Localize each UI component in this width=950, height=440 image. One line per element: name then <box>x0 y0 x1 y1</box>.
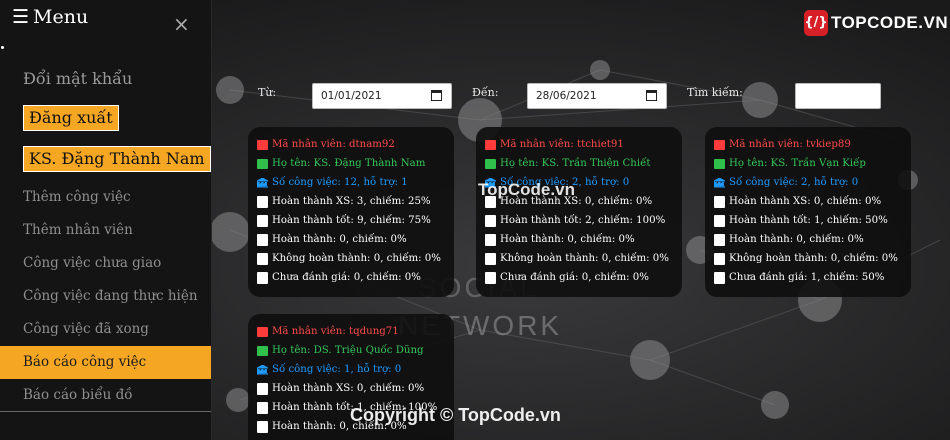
calendar-icon <box>485 233 496 246</box>
from-date-value: 01/01/2021 <box>321 90 382 102</box>
nav-unassigned-tasks[interactable]: Công việc chưa giao <box>0 247 211 280</box>
calendar-icon <box>714 214 725 227</box>
calendar-icon <box>257 271 268 284</box>
logout-button[interactable]: Đăng xuất <box>23 105 119 131</box>
calendar-icon <box>257 401 268 414</box>
calendar-icon <box>257 382 268 395</box>
calendar-icon[interactable] <box>646 90 657 101</box>
stat-excellent: Hoàn thành XS: 3, chiếm: 25% <box>272 196 431 207</box>
building-icon <box>257 326 268 337</box>
calendar-icon <box>714 233 725 246</box>
nav-in-progress-tasks[interactable]: Công việc đang thực hiện <box>0 280 211 313</box>
from-date-input[interactable]: 01/01/2021 <box>312 83 452 109</box>
change-password-link[interactable]: Đổi mật khẩu <box>23 68 132 90</box>
nav-add-employee[interactable]: Thêm nhân viên <box>0 214 211 247</box>
stat-unrated: Chưa đánh giá: 1, chiếm: 50% <box>729 272 885 283</box>
calendar-icon <box>257 233 268 246</box>
stat-not-done: Không hoàn thành: 0, chiếm: 0% <box>500 253 669 264</box>
id-card-icon <box>257 345 268 356</box>
code-icon: {/} <box>804 10 828 36</box>
bank-icon <box>714 177 725 188</box>
search-input[interactable] <box>795 83 881 109</box>
watermark-copyright: Copyright © TopCode.vn <box>350 405 561 425</box>
employee-card: Mã nhân viên: tvkiep89 Họ tên: KS. Trần … <box>705 127 911 297</box>
id-card-icon <box>485 158 496 169</box>
employee-card: Mã nhân viên: dtnam92 Họ tên: KS. Đặng T… <box>248 127 454 297</box>
building-icon <box>257 139 268 150</box>
to-date-value: 28/06/2021 <box>536 90 597 102</box>
user-profile-button[interactable]: KS. Đặng Thành Nam <box>23 146 211 172</box>
calendar-icon <box>257 252 268 265</box>
employee-name: Họ tên: KS. Trần Thiện Chiết <box>500 158 651 169</box>
search-label: Tìm kiếm: <box>687 86 743 99</box>
nav-add-task[interactable]: Thêm công việc <box>0 181 211 214</box>
stat-good: Hoàn thành tốt: 1, chiếm: 50% <box>729 215 888 226</box>
bank-icon <box>257 364 268 375</box>
calendar-icon <box>485 214 496 227</box>
employee-id: Mã nhân viên: tvkiep89 <box>729 139 851 150</box>
task-count: Số công việc: 12, hỗ trợ: 1 <box>272 177 408 188</box>
employee-name: Họ tên: KS. Trần Vạn Kiếp <box>729 158 866 169</box>
employee-name: Họ tên: KS. Đặng Thành Nam <box>272 158 426 169</box>
calendar-icon <box>485 271 496 284</box>
nav-chart-report[interactable]: Báo cáo biểu đồ <box>0 379 211 412</box>
calendar-icon <box>257 420 268 433</box>
watermark-logo: TopCode.vn <box>478 180 575 199</box>
calendar-icon[interactable] <box>431 90 442 101</box>
close-icon[interactable]: × <box>173 14 190 34</box>
bank-icon <box>257 177 268 188</box>
site-logo[interactable]: {/} TOPCODE.VN <box>804 10 948 38</box>
employee-card: Mã nhân viên: ttchiet91 Họ tên: KS. Trần… <box>476 127 682 297</box>
employee-id: Mã nhân viên: tqdung71 <box>272 326 399 337</box>
stat-good: Hoàn thành tốt: 2, chiếm: 100% <box>500 215 666 226</box>
task-count: Số công việc: 2, hỗ trợ: 0 <box>729 177 859 188</box>
stat-unrated: Chưa đánh giá: 0, chiếm: 0% <box>272 272 421 283</box>
sidebar: ☰ Menu × Đổi mật khẩu Đăng xuất KS. Đặng … <box>0 0 212 440</box>
calendar-icon <box>714 252 725 265</box>
employee-name: Họ tên: DS. Triệu Quốc Dũng <box>272 345 424 356</box>
employee-id: Mã nhân viên: dtnam92 <box>272 139 395 150</box>
stat-excellent: Hoàn thành XS: 0, chiếm: 0% <box>272 383 425 394</box>
building-icon <box>714 139 725 150</box>
stat-excellent: Hoàn thành XS: 0, chiếm: 0% <box>729 196 882 207</box>
calendar-icon <box>257 195 268 208</box>
calendar-icon <box>714 195 725 208</box>
calendar-icon <box>257 214 268 227</box>
stat-good: Hoàn thành tốt: 9, chiếm: 75% <box>272 215 431 226</box>
id-card-icon <box>257 158 268 169</box>
task-count: Số công việc: 1, hỗ trợ: 0 <box>272 364 402 375</box>
nav-work-report[interactable]: Báo cáo công việc <box>0 346 211 379</box>
stat-done: Hoàn thành: 0, chiếm: 0% <box>272 234 407 245</box>
stat-done: Hoàn thành: 0, chiếm: 0% <box>729 234 864 245</box>
stat-done: Hoàn thành: 0, chiếm: 0% <box>500 234 635 245</box>
calendar-icon <box>485 252 496 265</box>
stat-not-done: Không hoàn thành: 0, chiếm: 0% <box>272 253 441 264</box>
menu-title: Menu <box>33 6 89 28</box>
calendar-icon <box>714 271 725 284</box>
menu-header: ☰ Menu <box>12 4 88 30</box>
id-card-icon <box>714 158 725 169</box>
to-date-input[interactable]: 28/06/2021 <box>527 83 667 109</box>
divider <box>0 411 211 412</box>
to-label: Đến: <box>472 86 499 99</box>
hamburger-icon: ☰ <box>12 6 30 28</box>
stat-not-done: Không hoàn thành: 0, chiếm: 0% <box>729 253 898 264</box>
bullet-dot <box>1 46 4 49</box>
building-icon <box>485 139 496 150</box>
from-label: Từ: <box>258 86 277 99</box>
nav-completed-tasks[interactable]: Công việc đã xong <box>0 313 211 346</box>
employee-id: Mã nhân viên: ttchiet91 <box>500 139 624 150</box>
logo-text: TOPCODE.VN <box>831 13 949 32</box>
stat-unrated: Chưa đánh giá: 0, chiếm: 0% <box>500 272 649 283</box>
